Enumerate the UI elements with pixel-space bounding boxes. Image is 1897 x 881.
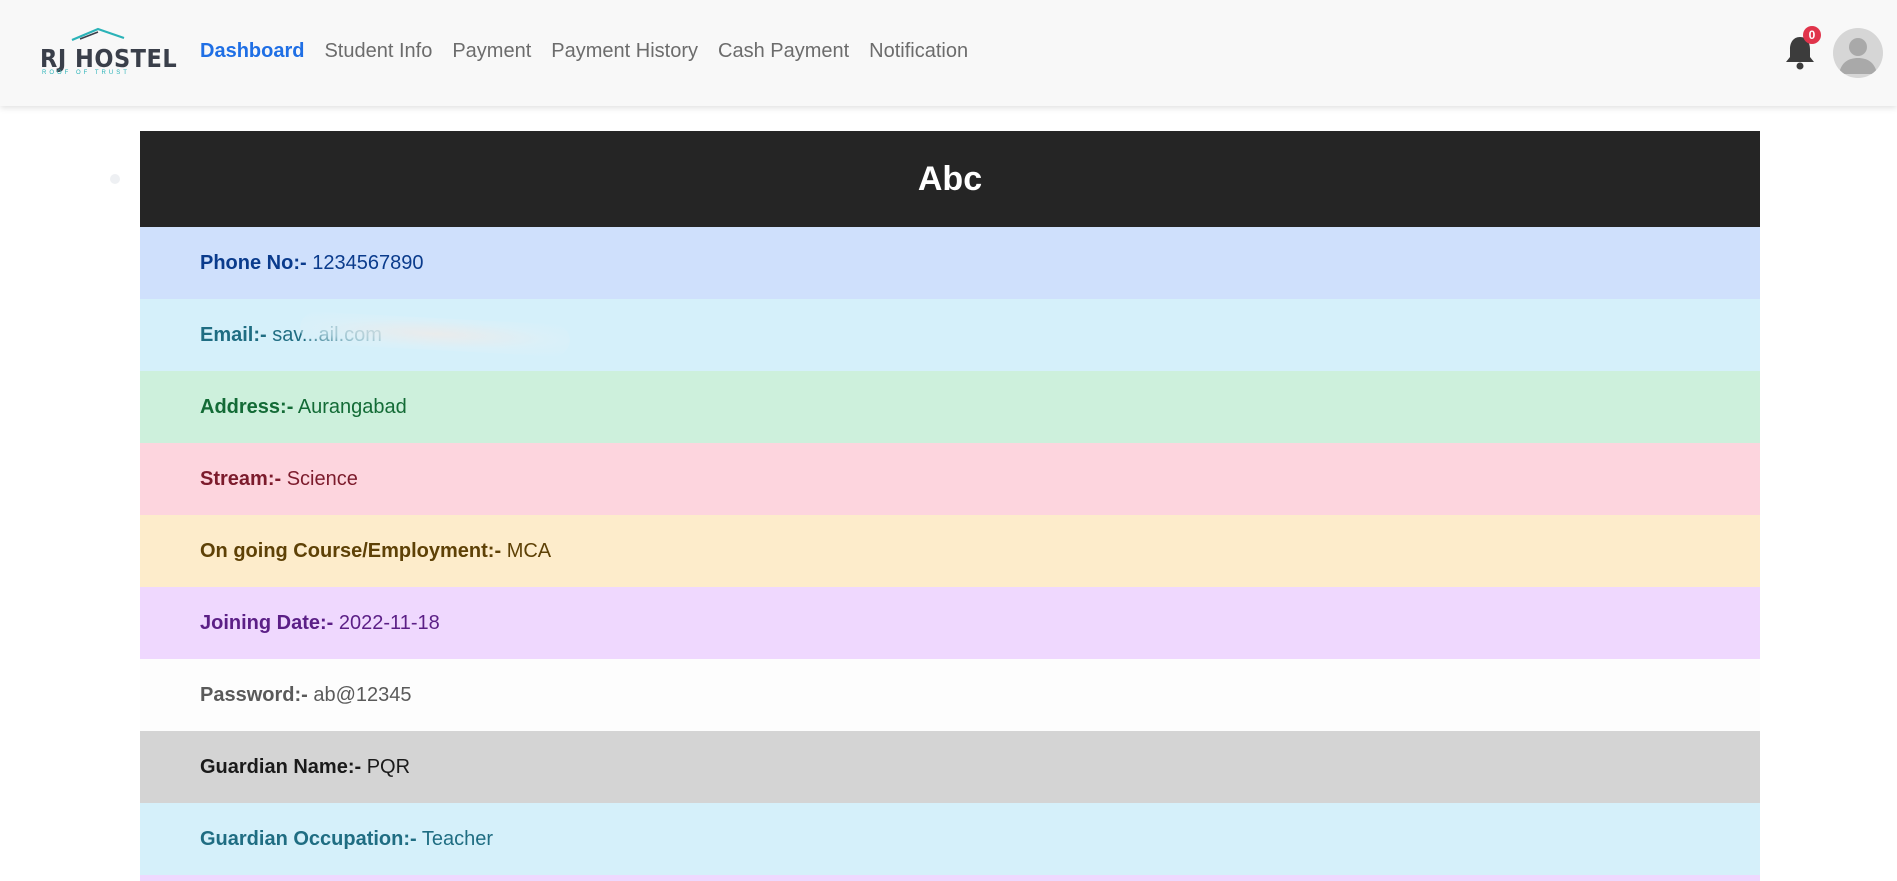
field-value: MCA [506, 540, 552, 562]
nav-cash-payment[interactable]: Cash Payment [718, 40, 849, 63]
field-label: Guardian Occupation:- [200, 828, 417, 850]
brand-name: RJ HOSTEL [40, 44, 178, 73]
field-value: Aurangabad [297, 396, 407, 418]
nav-payment[interactable]: Payment [452, 40, 531, 63]
field-phone: Phone No:- 1234567890 [140, 227, 1760, 299]
nav-notification[interactable]: Notification [869, 40, 968, 63]
nav-student-info[interactable]: Student Info [324, 40, 432, 63]
field-value: ab@12345 [313, 684, 412, 706]
field-course: On going Course/Employment:- MCA [140, 515, 1760, 587]
top-navbar: RJ HOSTEL ROOF OF TRUST Dashboard Studen… [0, 0, 1897, 106]
brand-logo[interactable]: RJ HOSTEL ROOF OF TRUST [40, 26, 177, 80]
field-value: Teacher [421, 828, 494, 850]
field-value: Science [286, 468, 358, 490]
main-nav: Dashboard Student Info Payment Payment H… [200, 40, 988, 63]
notification-count-badge: 0 [1803, 26, 1821, 44]
roof-logo-icon [71, 27, 125, 42]
brand-tagline: ROOF OF TRUST [42, 70, 130, 76]
field-password: Password:- ab@12345 [140, 659, 1760, 731]
user-avatar-icon[interactable] [1833, 28, 1883, 78]
field-label: Stream:- [200, 468, 282, 490]
field-label: Email:- [200, 324, 267, 346]
field-value: 2022-11-18 [338, 612, 440, 634]
field-address: Address:- Aurangabad [140, 371, 1760, 443]
decorative-dot [110, 174, 120, 184]
field-value: PQR [366, 756, 411, 778]
field-label: Password:- [200, 684, 308, 706]
field-stream: Stream:- Science [140, 443, 1760, 515]
student-profile-card: Abc Phone No:- 1234567890 Email:- sav...… [140, 131, 1760, 875]
student-name-header: Abc [140, 131, 1760, 227]
field-label: Guardian Name:- [200, 756, 362, 778]
field-row-partial [140, 875, 1760, 881]
field-label: Phone No:- [200, 252, 307, 274]
field-label: On going Course/Employment:- [200, 540, 502, 562]
nav-dashboard[interactable]: Dashboard [200, 40, 304, 63]
field-guardian-occupation: Guardian Occupation:- Teacher [140, 803, 1760, 875]
field-guardian-name: Guardian Name:- PQR [140, 731, 1760, 803]
field-label: Address:- [200, 396, 294, 418]
nav-payment-history[interactable]: Payment History [551, 40, 698, 63]
field-value: 1234567890 [312, 252, 424, 274]
field-joining-date: Joining Date:- 2022-11-18 [140, 587, 1760, 659]
field-label: Joining Date:- [200, 612, 334, 634]
user-silhouette-icon [1839, 38, 1877, 74]
